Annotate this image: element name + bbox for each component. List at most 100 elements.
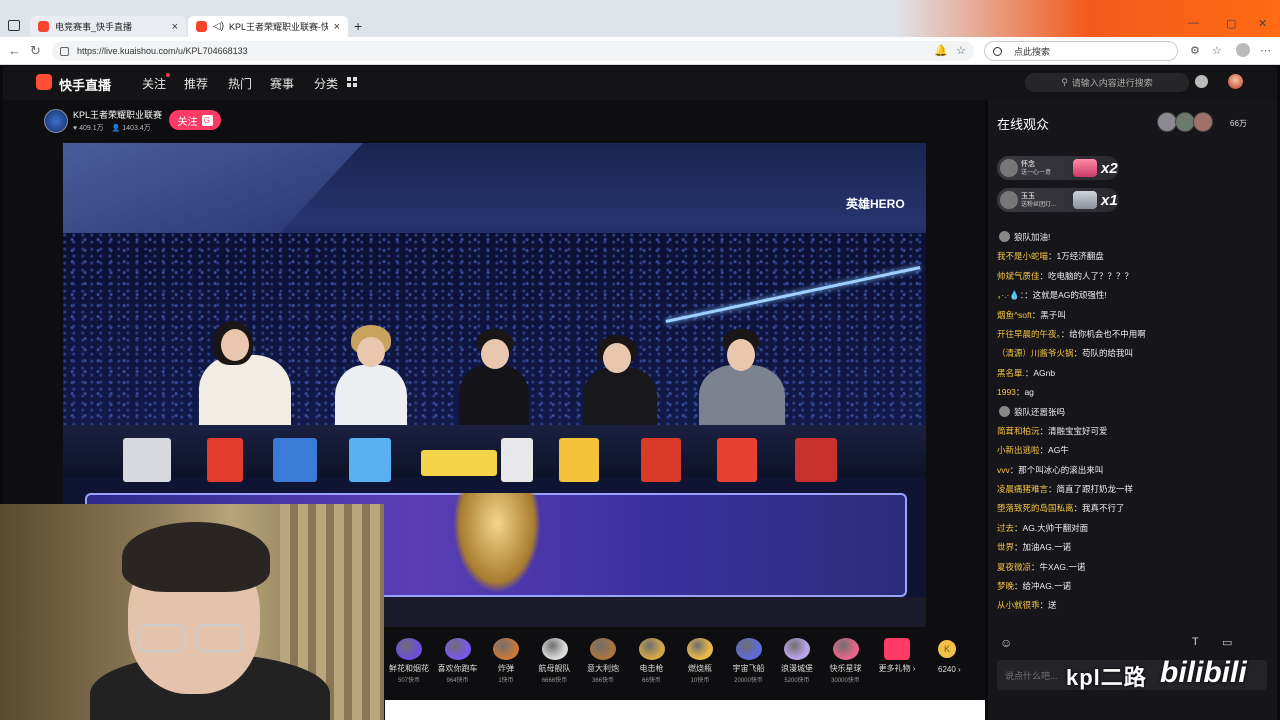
sponsor-item [641,438,681,482]
site-search-input[interactable]: ⚲ 请输入内容进行搜索 [1025,73,1189,92]
streamer-stats: ♥ 409.1万 👤 1403.4万 [73,123,162,133]
viewer-count[interactable]: 66万 [1230,118,1247,129]
gift-icon [396,638,422,660]
gift-item[interactable]: 宇宙飞船 20000快币 [725,638,773,684]
chat-username[interactable]: 小新出逃啦 [997,445,1040,455]
chat-username[interactable]: 堕落致死的岛国私离 [997,503,1074,513]
chat-username[interactable]: 从小就很乖 [997,600,1040,610]
gift-item[interactable]: 意大利炮 366快币 [579,638,627,684]
more-gifts-button[interactable]: 更多礼物 › [873,638,921,674]
chat-message: 梦晚：给冲AG.一诺 [997,577,1272,596]
gift-item[interactable]: 快乐星球 30000快币 [822,638,870,684]
nav-hot[interactable]: 热门 [228,75,252,92]
chat-message: （清源）川酱爷火锅：苟队的给我叫 [997,344,1272,363]
video-channel-watermark: 英雄HERO [846,197,905,211]
chat-message: 狼队加油! [997,228,1272,247]
chat-username[interactable]: 夏夜微凉 [997,562,1031,572]
close-tab-icon[interactable]: × [172,21,178,33]
chat-message: 凌晨痛猪难言：简直了跟打奶龙一样 [997,480,1272,499]
site-logo-text[interactable]: 快手直播 [59,75,111,94]
window-menu-icon[interactable] [8,20,20,31]
chat-separator: ： [1031,561,1040,572]
back-icon[interactable]: ← [8,43,21,58]
chat-username[interactable]: vvv [997,465,1010,475]
chat-separator: ： [1060,328,1070,339]
chat-username[interactable]: 过去 [997,523,1014,533]
gift-icon [541,638,568,660]
chat-username[interactable]: 帅斌气质佳 [997,271,1040,281]
chat-username[interactable]: ，·.·💧： [997,290,1024,300]
nav-events[interactable]: 赛事 [270,75,294,92]
nav-recommend[interactable]: 推荐 [184,75,208,92]
new-tab-icon[interactable]: + [354,18,362,34]
bookmark-star-icon[interactable]: ☆ [956,44,966,57]
follow-button[interactable]: 关注 G [169,110,221,130]
chat-text: 狼队还嚣张吗 [1014,406,1066,417]
viewer-avatar[interactable] [1175,112,1195,132]
user-avatar[interactable] [1228,74,1243,89]
emoji-icon[interactable]: ☺ [1000,636,1012,650]
text-format-icon[interactable]: T [1192,636,1199,648]
close-window-icon[interactable]: ✕ [1258,17,1267,30]
nav-category[interactable]: 分类 [314,75,338,92]
gift-bar: 鲜花和烟花 507快币 喜欢你跑车 964快币 炸弹 1快币 航母舰队 6666快币 意大利炮 3… [385,632,985,688]
chat-message: 黑名單.：AGnb [997,364,1272,383]
screen: 电竞赛事_快手直播 × ◁) KPL王者荣耀职业联赛-快手直 × + — ▢ ✕… [0,0,1280,720]
sender-avatar [1000,191,1018,209]
browser-tab-2[interactable]: ◁) KPL王者荣耀职业联赛-快手直 × [188,16,348,37]
gift-item[interactable]: 燃烧瓶 10快币 [676,638,724,684]
chat-username[interactable]: 我不是小蛇喵 [997,251,1048,261]
gift-item[interactable]: 炸弹 1快币 [482,638,530,684]
chat-username[interactable]: 简茸和柏沅 [997,426,1040,436]
close-tab-icon[interactable]: × [334,21,340,33]
streamer-name[interactable]: KPL王者荣耀职业联赛 [73,108,162,121]
gift-price: 66快币 [642,678,661,684]
chat-username[interactable]: 凌晨痛猪难言 [997,484,1048,494]
gift-price: 30000快币 [831,678,860,684]
sponsor-item [795,438,837,482]
category-grid-icon[interactable] [347,77,357,87]
speaker-icon[interactable]: ◁) [213,21,224,32]
chat-text: 我真不行了 [1082,503,1125,514]
chat-username[interactable]: 黑名單. [997,368,1025,378]
gift-item[interactable]: 电击枪 66快币 [628,638,676,684]
streamer-avatar[interactable] [44,108,68,133]
favorites-icon[interactable]: ☆ [1212,44,1222,57]
reload-icon[interactable]: ↻ [30,43,41,59]
site-info-icon[interactable] [60,46,69,56]
chat-username[interactable]: 1993 [997,387,1016,397]
danmaku-toggle-icon[interactable]: ▭ [1222,636,1232,649]
browser-search-field[interactable]: 点此搜索 [984,41,1178,61]
chat-username[interactable]: 开往早晨的午夜。 [997,329,1061,339]
coin-icon[interactable]: K [938,640,956,658]
coin-balance[interactable]: 6240 › [938,665,961,674]
chat-toolbar: ☺ T ▭ [988,630,1277,658]
gift-item[interactable]: 鲜花和烟花 507快币 [385,638,433,684]
minimize-icon[interactable]: — [1188,17,1199,29]
kuaishou-logo-icon[interactable] [36,74,52,90]
url-field[interactable]: https://live.kuaishou.com/u/KPL704668133 [52,41,974,61]
chat-username[interactable]: 世界 [997,542,1014,552]
notification-icon[interactable]: 🔔 [934,44,948,57]
nav-follow[interactable]: 关注 [142,75,166,92]
history-clock-icon[interactable] [1195,75,1208,88]
gift-item[interactable]: 浪漫城堡 5200快币 [773,638,821,684]
sponsor-item [273,438,317,482]
gift-item[interactable]: 喜欢你跑车 964快币 [434,638,482,684]
sponsor-item [207,438,243,482]
viewer-avatar[interactable] [1193,112,1213,132]
browser-tab-1[interactable]: 电竞赛事_快手直播 × [30,16,186,37]
viewer-avatar[interactable] [1157,112,1177,132]
chat-separator: ： [1073,348,1083,359]
chat-username[interactable]: （清源）川酱爷火锅 [997,348,1074,358]
chat-text: 狼队加油! [1014,232,1051,242]
more-menu-icon[interactable]: ⋯ [1260,44,1271,57]
maximize-icon[interactable]: ▢ [1226,17,1236,30]
extensions-icon[interactable]: ⚙ [1190,44,1200,57]
host-4-face [603,343,631,373]
chat-username[interactable]: 烟鱼^soft [997,310,1032,320]
chat-username[interactable]: 梦晚 [997,581,1014,591]
gift-item[interactable]: 航母舰队 6666快币 [531,638,579,684]
fans-icon: 👤 [111,125,121,132]
profile-avatar[interactable] [1236,43,1250,57]
